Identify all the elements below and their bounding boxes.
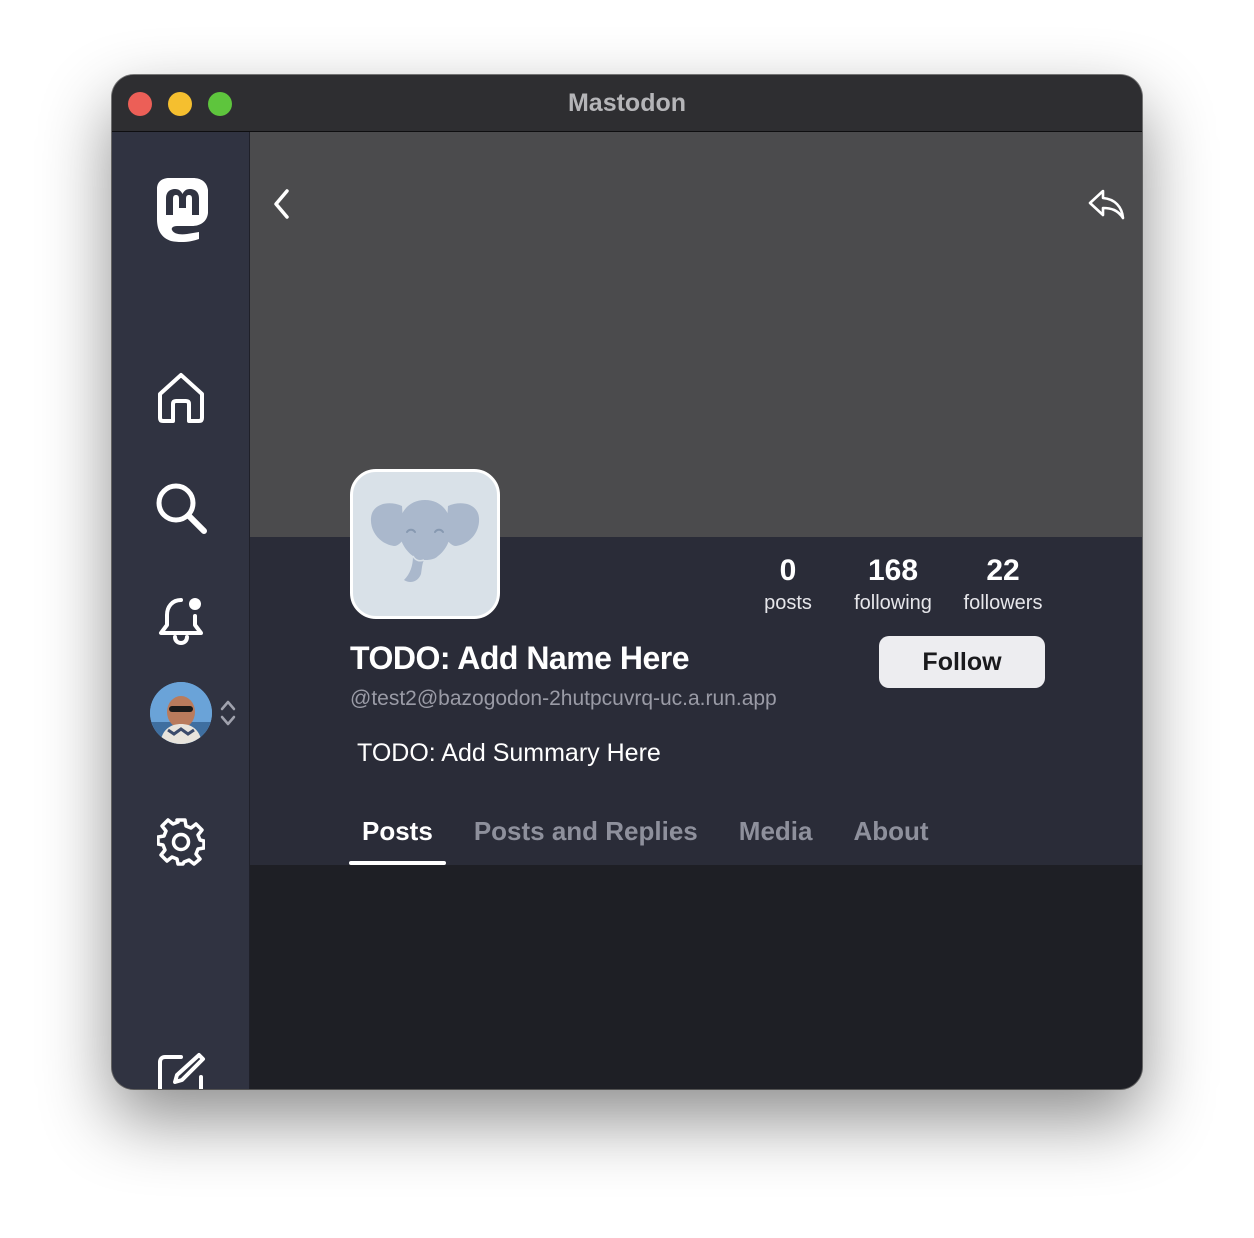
tab-media[interactable]: Media	[726, 808, 826, 865]
stat-followers[interactable]: 22 followers	[955, 552, 1051, 616]
account-handle: @test2@bazogodon-2hutpcuvrq-uc.a.run.app	[350, 687, 777, 710]
following-label: following	[854, 592, 932, 614]
profile-avatar[interactable]	[350, 469, 500, 619]
title-bar: Mastodon	[112, 75, 1142, 132]
back-button[interactable]	[264, 184, 300, 224]
posts-feed	[250, 865, 1142, 1089]
reply-icon	[1088, 189, 1125, 220]
elephant-icon	[370, 500, 480, 582]
posts-count: 0	[779, 554, 797, 587]
compose-icon[interactable]	[151, 1047, 211, 1089]
app-window: Mastodon 0 posts 168 following 22 follow…	[112, 75, 1142, 1089]
posts-label: posts	[764, 592, 812, 614]
mastodon-logo-icon[interactable]	[146, 174, 216, 244]
followers-count: 22	[986, 554, 1020, 587]
tab-posts[interactable]: Posts	[349, 808, 446, 865]
window-title: Mastodon	[567, 89, 687, 117]
reply-button[interactable]	[1084, 182, 1130, 228]
following-count: 168	[867, 554, 919, 587]
display-name: TODO: Add Name Here	[350, 640, 690, 676]
profile-tabs: Posts Posts and Replies Media About	[349, 808, 957, 865]
chevron-left-icon	[274, 189, 289, 219]
home-icon[interactable]	[151, 367, 211, 427]
gear-icon[interactable]	[151, 812, 211, 872]
stat-following[interactable]: 168 following	[845, 552, 941, 616]
profile-view: 0 posts 168 following 22 followers TODO:…	[250, 132, 1142, 1089]
bell-icon[interactable]	[151, 590, 211, 650]
tab-posts-and-replies[interactable]: Posts and Replies	[461, 808, 711, 865]
search-icon[interactable]	[151, 478, 211, 538]
followers-label: followers	[963, 592, 1043, 614]
account-switcher-icon[interactable]	[216, 698, 240, 728]
stat-posts[interactable]: 0 posts	[755, 552, 821, 616]
avatar[interactable]	[150, 682, 212, 744]
follow-button[interactable]: Follow	[879, 636, 1045, 688]
sidebar	[112, 132, 250, 1089]
profile-summary: TODO: Add Summary Here	[357, 739, 661, 767]
tab-about[interactable]: About	[840, 808, 941, 865]
